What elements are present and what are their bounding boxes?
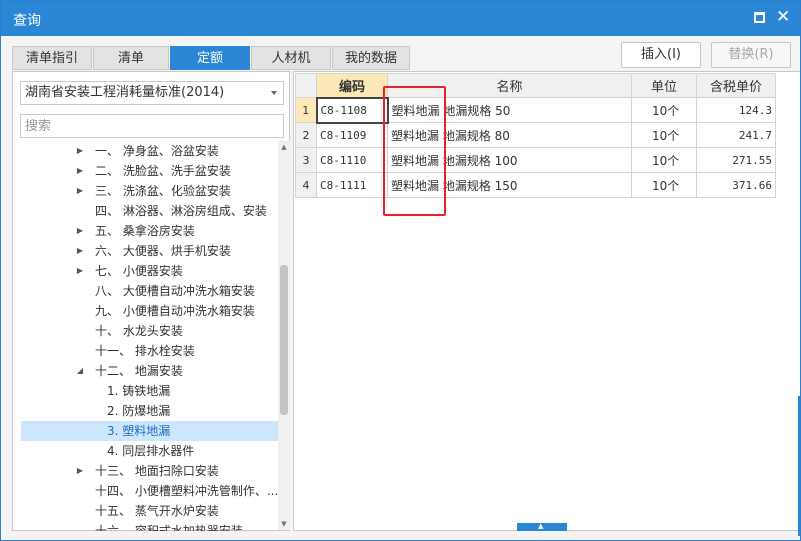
expand-arrow-icon[interactable]: ▶: [75, 241, 85, 261]
row-number-cell[interactable]: 2: [295, 122, 317, 148]
tree-node[interactable]: 3. 塑料地漏: [21, 421, 278, 441]
tree-node-label: 三、 洗涤盆、化验盆安装: [95, 184, 231, 198]
tree-node[interactable]: ▶ 十三、 地面扫除口安装: [21, 461, 278, 481]
tree-node[interactable]: 4. 同层排水器件: [21, 441, 278, 461]
scroll-up-icon[interactable]: ▲: [278, 141, 290, 153]
tree-node[interactable]: ▶ 六、 大便器、烘手机安装: [21, 241, 278, 261]
expand-arrow-icon[interactable]: ▶: [75, 141, 85, 161]
red-highlight-box: [383, 86, 446, 216]
tree-node[interactable]: 十、 水龙头安装: [21, 321, 278, 341]
tree-node-label: 四、 淋浴器、淋浴房组成、安装: [95, 204, 267, 218]
price-header[interactable]: 含税单价: [696, 73, 776, 98]
tab-quota[interactable]: 定额: [170, 46, 250, 70]
expand-arrow-icon[interactable]: ▶: [75, 161, 85, 181]
chapter-tree: ▶ 一、 净身盆、浴盆安装 ▶ 二、 洗脸盆、洗手盆安装 ▶ 三、 洗涤盆、化验盆安装四、…: [13, 141, 278, 531]
collapse-arrow-icon[interactable]: ◢: [75, 361, 85, 381]
tree-node-label: 4. 同层排水器件: [107, 444, 195, 458]
scrollbar-thumb[interactable]: [280, 265, 288, 415]
row-number-cell[interactable]: 4: [295, 172, 317, 198]
tree-node-label: 二、 洗脸盆、洗手盆安装: [95, 164, 231, 178]
tree-node-label: 十二、 地漏安装: [95, 364, 183, 378]
tree-node[interactable]: 十五、 蒸气开水炉安装: [21, 501, 278, 521]
price-cell[interactable]: 124.3: [696, 97, 776, 123]
tree-node-label: 十六、 容积式水加热器安装: [95, 524, 243, 531]
tree-node-label: 七、 小便器安装: [95, 264, 183, 278]
right-panel: 编码 名称 单位 含税单价 1 C8-1108 塑料地漏 地漏规格 50 10个 124…: [293, 71, 800, 531]
tab-bill-guide[interactable]: 清单指引: [12, 46, 92, 70]
tree-node-label: 九、 小便槽自动冲洗水箱安装: [95, 304, 255, 318]
tree-node[interactable]: ▶ 一、 净身盆、浴盆安装: [21, 141, 278, 161]
unit-cell[interactable]: 10个: [631, 172, 697, 198]
expand-arrow-icon[interactable]: ▶: [75, 181, 85, 201]
price-cell[interactable]: 271.55: [696, 147, 776, 173]
unit-header[interactable]: 单位: [631, 73, 697, 98]
tree-node-label: 一、 净身盆、浴盆安装: [95, 144, 219, 158]
tree-node[interactable]: ▶ 七、 小便器安装: [21, 261, 278, 281]
table-row[interactable]: 2 C8-1109 塑料地漏 地漏规格 80 10个 241.7: [295, 122, 776, 148]
tree-node[interactable]: 2. 防爆地漏: [21, 401, 278, 421]
price-cell[interactable]: 241.7: [696, 122, 776, 148]
unit-cell[interactable]: 10个: [631, 122, 697, 148]
tree-node-label: 1. 铸铁地漏: [107, 384, 171, 398]
scroll-down-icon[interactable]: ▼: [278, 518, 290, 530]
unit-cell[interactable]: 10个: [631, 147, 697, 173]
unit-cell[interactable]: 10个: [631, 97, 697, 123]
tree-node[interactable]: ▶ 五、 桑拿浴房安装: [21, 221, 278, 241]
query-dialog: 查询 ✕ 清单指引 清单 定额 人材机 我的数据 插入(I) 替换(R) 湖南省…: [0, 0, 801, 541]
insert-button[interactable]: 插入(I): [621, 42, 701, 68]
tree-node[interactable]: 1. 铸铁地漏: [21, 381, 278, 401]
table-row[interactable]: 1 C8-1108 塑料地漏 地漏规格 50 10个 124.3: [295, 96, 776, 124]
code-cell[interactable]: C8-1111: [316, 172, 388, 198]
standard-select[interactable]: 湖南省安装工程消耗量标准(2014): [20, 81, 284, 105]
tree-node-label: 十一、 排水栓安装: [95, 344, 195, 358]
tree-node[interactable]: 九、 小便槽自动冲洗水箱安装: [21, 301, 278, 321]
row-number-cell[interactable]: 3: [295, 147, 317, 173]
tab-bill[interactable]: 清单: [93, 46, 169, 70]
tree-scrollbar[interactable]: ▲ ▼: [278, 141, 290, 530]
panel-splitter[interactable]: ▲: [517, 522, 567, 531]
tree-node[interactable]: 十一、 排水栓安装: [21, 341, 278, 361]
tree-node-label: 3. 塑料地漏: [107, 424, 171, 438]
tab-my-data[interactable]: 我的数据: [332, 46, 410, 70]
title-bar[interactable]: 查询 ✕: [1, 1, 800, 36]
tree-node-label: 六、 大便器、烘手机安装: [95, 244, 231, 258]
code-cell[interactable]: C8-1109: [316, 122, 388, 148]
tree-node[interactable]: 八、 大便槽自动冲洗水箱安装: [21, 281, 278, 301]
code-cell[interactable]: C8-1108: [315, 96, 389, 124]
standard-select-value: 湖南省安装工程消耗量标准(2014): [25, 85, 225, 100]
tab-labor-material-machine[interactable]: 人材机: [251, 46, 331, 70]
table-row[interactable]: 3 C8-1110 塑料地漏 地漏规格 100 10个 271.55: [295, 147, 776, 173]
tree-node-label: 十五、 蒸气开水炉安装: [95, 504, 219, 518]
code-header[interactable]: 编码: [316, 73, 388, 98]
table-row[interactable]: 4 C8-1111 塑料地漏 地漏规格 150 10个 371.66: [295, 172, 776, 198]
tree-node[interactable]: 十四、 小便槽塑料冲洗管制作、...: [21, 481, 278, 501]
tree-node[interactable]: ▶ 三、 洗涤盆、化验盆安装: [21, 181, 278, 201]
code-cell[interactable]: C8-1110: [316, 147, 388, 173]
tree-node-label: 十、 水龙头安装: [95, 324, 183, 338]
row-number-cell[interactable]: 1: [295, 97, 317, 123]
expand-arrow-icon[interactable]: ▶: [75, 221, 85, 241]
maximize-icon[interactable]: [754, 12, 765, 23]
left-panel: 湖南省安装工程消耗量标准(2014) ▶ 一、 净身盆、浴盆安装 ▶ 二、 洗脸盆、洗…: [12, 71, 290, 531]
tree-node-label: 十四、 小便槽塑料冲洗管制作、...: [95, 484, 278, 498]
tree-node[interactable]: ◢ 十二、 地漏安装: [21, 361, 278, 381]
expand-arrow-icon[interactable]: ▶: [75, 461, 85, 481]
tree-node-label: 五、 桑拿浴房安装: [95, 224, 195, 238]
row-number-header: [295, 73, 317, 98]
close-icon[interactable]: ✕: [776, 6, 790, 28]
replace-button[interactable]: 替换(R): [711, 42, 791, 68]
tree-node[interactable]: ▶ 二、 洗脸盆、洗手盆安装: [21, 161, 278, 181]
chevron-down-icon: [271, 91, 277, 95]
tree-node-label: 十三、 地面扫除口安装: [95, 464, 219, 478]
search-input[interactable]: [20, 114, 284, 138]
tree-node-label: 2. 防爆地漏: [107, 404, 171, 418]
quota-table: 编码 名称 单位 含税单价 1 C8-1108 塑料地漏 地漏规格 50 10个 124…: [295, 73, 776, 198]
tree-node-label: 八、 大便槽自动冲洗水箱安装: [95, 284, 255, 298]
tree-node[interactable]: 四、 淋浴器、淋浴房组成、安装: [21, 201, 278, 221]
chevron-up-icon: ▲: [538, 522, 544, 530]
price-cell[interactable]: 371.66: [696, 172, 776, 198]
tree-node[interactable]: 十六、 容积式水加热器安装: [21, 521, 278, 531]
expand-arrow-icon[interactable]: ▶: [75, 261, 85, 281]
window-title: 查询: [13, 13, 41, 29]
